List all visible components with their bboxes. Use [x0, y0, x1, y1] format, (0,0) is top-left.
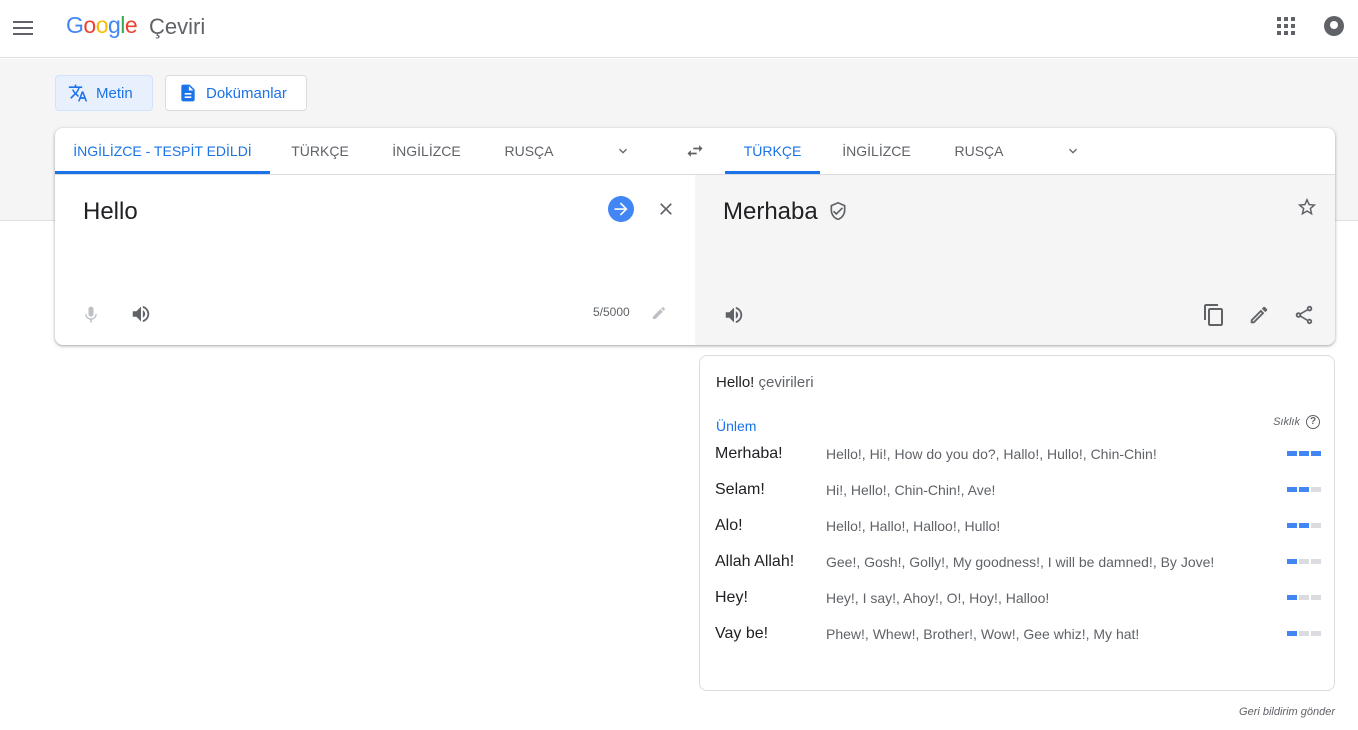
dictionary-word[interactable]: Alo! [715, 517, 743, 535]
chevron-down-icon[interactable] [1065, 143, 1081, 159]
dictionary-row: Vay be! Phew!, Whew!, Brother!, Wow!, Gee… [700, 625, 1336, 661]
target-pane: Merhaba [695, 175, 1335, 345]
frequency-segment [1287, 523, 1297, 528]
character-count: 5/5000 [593, 305, 630, 319]
translation-card: İNGİLİZCE - TESPİT EDİLDİ TÜRKÇE İNGİLİZ… [55, 128, 1335, 345]
chevron-down-icon[interactable] [615, 143, 631, 159]
dictionary-panel: Hello! çevirileri Ünlem Sıklık ? Merhaba… [699, 355, 1335, 691]
logo-letter: e [124, 12, 138, 38]
tab-source-english[interactable]: İNGİLİZCE [385, 128, 468, 174]
frequency-segment [1311, 523, 1321, 528]
menu-icon[interactable] [12, 17, 34, 39]
close-icon[interactable] [656, 199, 676, 219]
frequency-segment [1287, 595, 1297, 600]
documents-mode-label: Dokümanlar [206, 84, 287, 102]
frequency-bars [1287, 487, 1321, 492]
dictionary-word[interactable]: Selam! [715, 481, 765, 499]
tab-target-english[interactable]: İNGİLİZCE [835, 128, 918, 174]
source-textarea[interactable]: Hello [83, 198, 138, 226]
document-icon [181, 84, 195, 102]
text-mode-label: Metin [96, 84, 133, 102]
frequency-segment [1311, 559, 1321, 564]
frequency-header: Sıklık ? [1273, 415, 1320, 429]
frequency-bars [1287, 595, 1321, 600]
dictionary-row: Selam! Hi!, Hello!, Chin-Chin!, Ave! [700, 481, 1336, 517]
handwriting-icon[interactable] [651, 305, 667, 321]
top-bar: Google Çeviri [0, 0, 1358, 58]
frequency-segment [1311, 631, 1321, 636]
logo-letter: o [83, 12, 96, 38]
dictionary-word[interactable]: Hey! [715, 589, 748, 607]
copy-icon[interactable] [1202, 303, 1226, 327]
dictionary-row: Allah Allah! Gee!, Gosh!, Golly!, My good… [700, 553, 1336, 589]
frequency-segment [1299, 631, 1309, 636]
frequency-segment [1299, 451, 1309, 456]
dictionary-synonyms[interactable]: Hey!, I say!, Ahoy!, O!, Hoy!, Halloo! [826, 590, 1049, 606]
frequency-bars [1287, 559, 1321, 564]
tab-source-russian[interactable]: RUSÇA [498, 128, 560, 174]
dictionary-title-suffix: çevirileri [758, 374, 814, 391]
google-logo[interactable]: Google [66, 12, 138, 39]
frequency-bars [1287, 451, 1321, 456]
frequency-segment [1311, 595, 1321, 600]
microphone-icon[interactable] [81, 304, 101, 326]
dictionary-row: Hey! Hey!, I say!, Ahoy!, O!, Hoy!, Hallo… [700, 589, 1336, 625]
arrow-right-icon [614, 202, 628, 216]
part-of-speech: Ünlem [716, 418, 757, 434]
frequency-segment [1287, 559, 1297, 564]
text-mode-button[interactable]: Metin [55, 75, 153, 111]
logo-letter: o [95, 12, 109, 38]
frequency-segment [1299, 487, 1309, 492]
frequency-label: Sıklık [1273, 416, 1300, 428]
translate-arrow-button[interactable] [608, 196, 634, 222]
frequency-segment [1299, 559, 1309, 564]
frequency-bars [1287, 631, 1321, 636]
documents-mode-button[interactable]: Dokümanlar [165, 75, 307, 111]
dictionary-synonyms[interactable]: Phew!, Whew!, Brother!, Wow!, Gee whiz!,… [826, 626, 1139, 642]
tab-target-russian[interactable]: RUSÇA [948, 128, 1010, 174]
speaker-icon[interactable] [130, 303, 152, 325]
dictionary-row: Merhaba! Hello!, Hi!, How do you do?, Hal… [700, 445, 1336, 481]
translate-icon [68, 84, 88, 102]
dictionary-word[interactable]: Allah Allah! [715, 553, 794, 571]
logo-letter: G [66, 12, 84, 38]
frequency-segment [1299, 595, 1309, 600]
account-icon[interactable] [1324, 16, 1344, 36]
feedback-link[interactable]: Geri bildirim gönder [1239, 706, 1335, 718]
edit-icon[interactable] [1248, 304, 1270, 326]
dictionary-synonyms[interactable]: Hello!, Hi!, How do you do?, Hallo!, Hul… [826, 446, 1157, 462]
frequency-bars [1287, 523, 1321, 528]
translation-output: Merhaba [723, 198, 818, 225]
dictionary-word[interactable]: Vay be! [715, 625, 768, 643]
verified-shield-icon[interactable] [828, 201, 848, 221]
logo-letter: g [107, 12, 121, 38]
frequency-segment [1287, 487, 1297, 492]
share-icon[interactable] [1293, 304, 1315, 326]
dictionary-title: Hello! çevirileri [716, 374, 814, 391]
dictionary-word[interactable]: Merhaba! [715, 445, 783, 463]
language-tabs: İNGİLİZCE - TESPİT EDİLDİ TÜRKÇE İNGİLİZ… [55, 128, 1335, 175]
apps-grid-icon[interactable] [1277, 17, 1295, 35]
tab-target-turkish[interactable]: TÜRKÇE [725, 128, 820, 174]
swap-languages-icon[interactable] [684, 141, 706, 161]
tab-source-turkish[interactable]: TÜRKÇE [280, 128, 360, 174]
tab-source-detected[interactable]: İNGİLİZCE - TESPİT EDİLDİ [55, 128, 270, 174]
frequency-segment [1287, 451, 1297, 456]
dictionary-synonyms[interactable]: Gee!, Gosh!, Golly!, My goodness!, I wil… [826, 554, 1214, 570]
frequency-segment [1311, 451, 1321, 456]
help-icon[interactable]: ? [1306, 415, 1320, 429]
frequency-segment [1287, 631, 1297, 636]
product-name[interactable]: Çeviri [149, 14, 205, 40]
frequency-segment [1299, 523, 1309, 528]
dictionary-row: Alo! Hello!, Hallo!, Halloo!, Hullo! [700, 517, 1336, 553]
dictionary-title-word: Hello! [716, 374, 755, 391]
dictionary-synonyms[interactable]: Hi!, Hello!, Chin-Chin!, Ave! [826, 482, 995, 498]
dictionary-synonyms[interactable]: Hello!, Hallo!, Halloo!, Hullo! [826, 518, 1000, 534]
star-icon[interactable] [1296, 196, 1318, 218]
speaker-icon[interactable] [723, 304, 745, 326]
frequency-segment [1311, 487, 1321, 492]
